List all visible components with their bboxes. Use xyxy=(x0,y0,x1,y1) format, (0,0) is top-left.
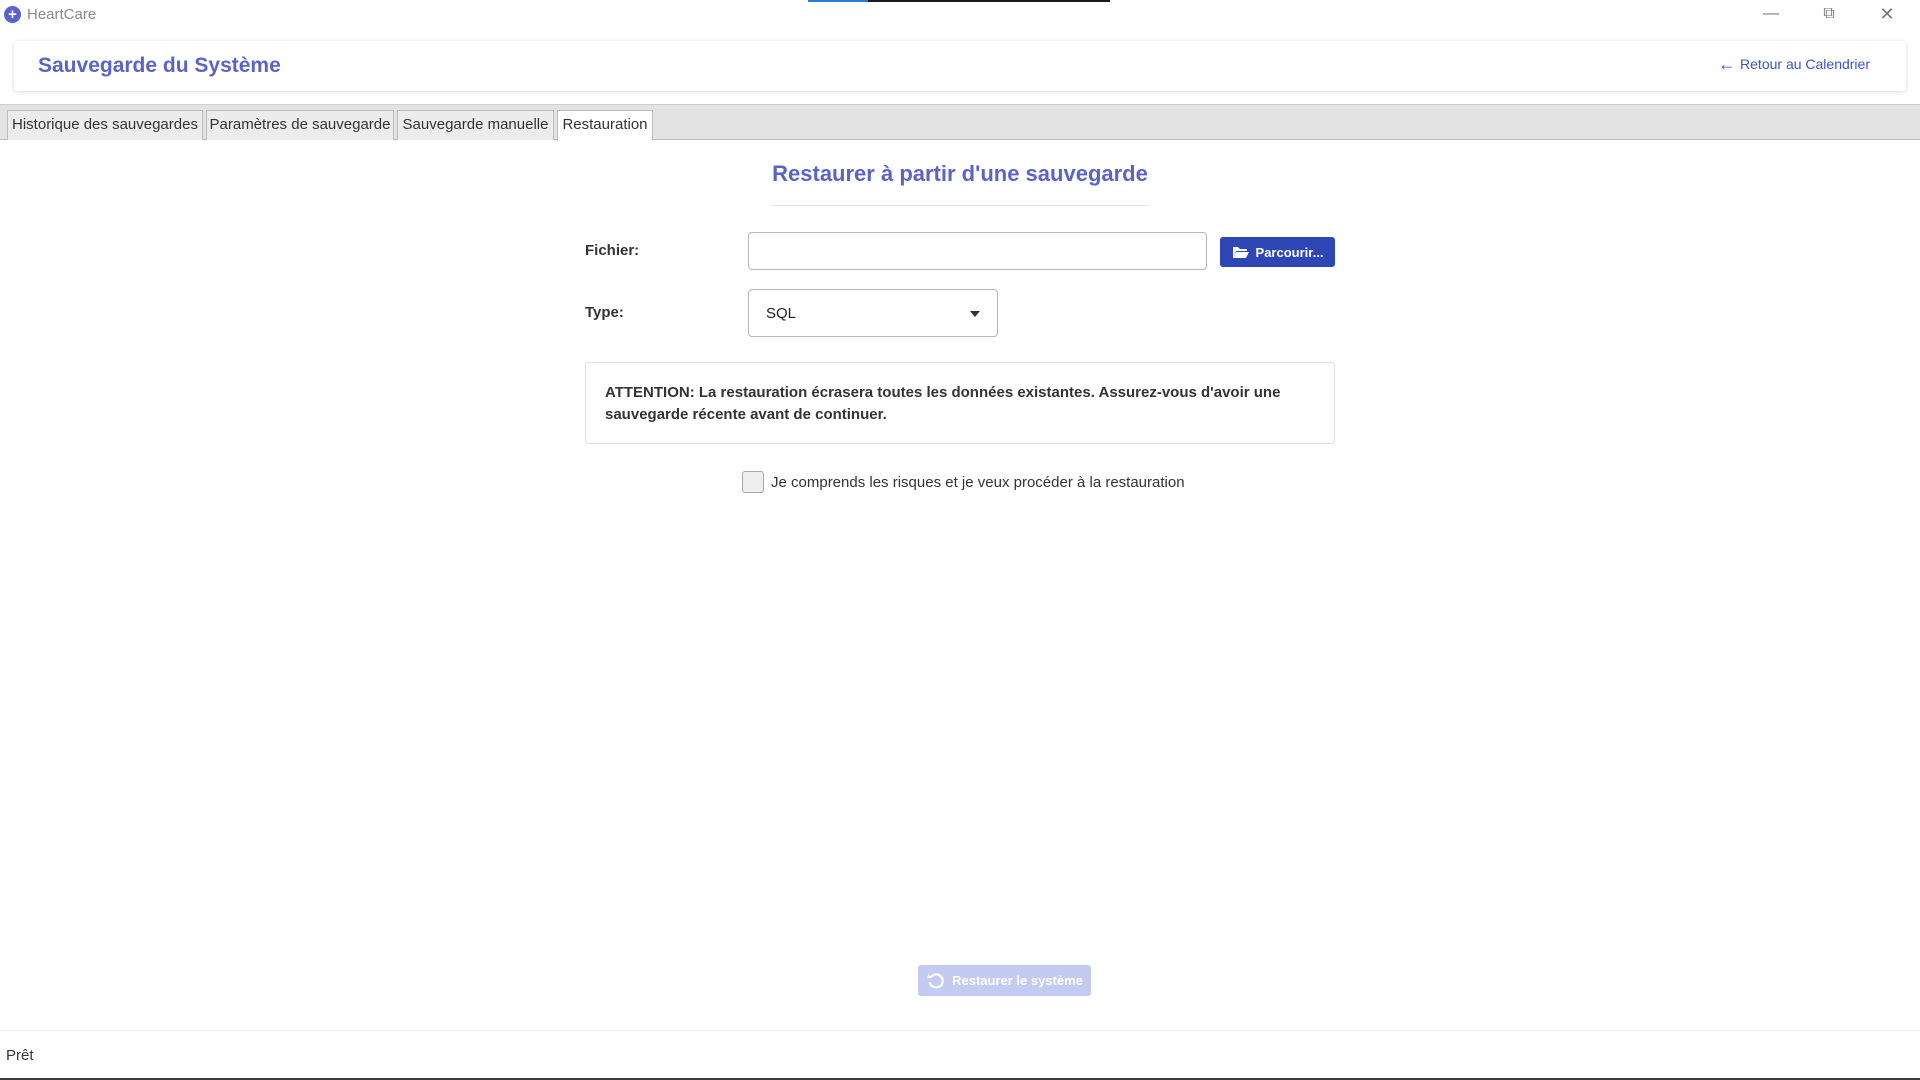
section-title: Restaurer à partir d'une sauvegarde xyxy=(772,161,1148,186)
title-divider xyxy=(772,205,1148,206)
undo-icon xyxy=(927,972,944,989)
tab-restore[interactable]: Restauration xyxy=(557,110,653,141)
restore-system-button[interactable]: Restaurer le système xyxy=(918,965,1091,996)
restore-window-icon[interactable]: ⧉ xyxy=(1800,0,1858,30)
close-icon[interactable]: ✕ xyxy=(1858,0,1916,30)
app-title: HeartCare xyxy=(27,6,97,23)
arrow-left-icon: ← xyxy=(1718,54,1737,74)
type-select-value: SQL xyxy=(766,305,797,322)
tab-manual-backup[interactable]: Sauvegarde manuelle xyxy=(397,110,554,140)
status-text: Prêt xyxy=(6,1047,34,1064)
confirm-risk-label: Je comprends les risques et je veux proc… xyxy=(771,473,1185,491)
confirm-risk-checkbox[interactable] xyxy=(742,471,764,493)
back-to-calendar-link[interactable]: ← Retour au Calendrier xyxy=(1718,54,1870,74)
type-label: Type: xyxy=(585,304,624,321)
loading-progress-bar xyxy=(808,0,1110,2)
restore-button-label: Restaurer le système xyxy=(952,973,1083,988)
plus-circle-icon: + xyxy=(4,6,21,23)
loading-progress-fill xyxy=(808,0,869,2)
file-path-input[interactable] xyxy=(748,232,1207,270)
header-card: Sauvegarde du Système ← Retour au Calend… xyxy=(14,41,1906,91)
file-label: Fichier: xyxy=(585,242,640,259)
minimize-icon[interactable]: — xyxy=(1742,0,1800,30)
folder-open-icon xyxy=(1232,246,1249,258)
tab-backup-settings[interactable]: Paramètres de sauvegarde xyxy=(206,110,394,140)
confirm-risk-row[interactable]: Je comprends les risques et je veux proc… xyxy=(742,471,1185,493)
tab-backup-history[interactable]: Historique des sauvegardes xyxy=(7,110,203,140)
browse-button-label: Parcourir... xyxy=(1255,244,1324,260)
warning-text: ATTENTION: La restauration écrasera tout… xyxy=(605,384,1281,423)
status-bar: Prêt xyxy=(0,1030,1920,1078)
caret-down-icon xyxy=(970,311,980,317)
title-bar: + HeartCare — ⧉ ✕ xyxy=(0,0,1920,30)
page-title: Sauvegarde du Système xyxy=(38,54,281,77)
browse-button[interactable]: Parcourir... xyxy=(1220,237,1335,267)
back-link-label: Retour au Calendrier xyxy=(1740,56,1870,72)
type-select[interactable]: SQL xyxy=(748,289,998,337)
tab-bar: Historique des sauvegardes Paramètres de… xyxy=(0,104,1920,141)
warning-box: ATTENTION: La restauration écrasera tout… xyxy=(585,362,1335,444)
